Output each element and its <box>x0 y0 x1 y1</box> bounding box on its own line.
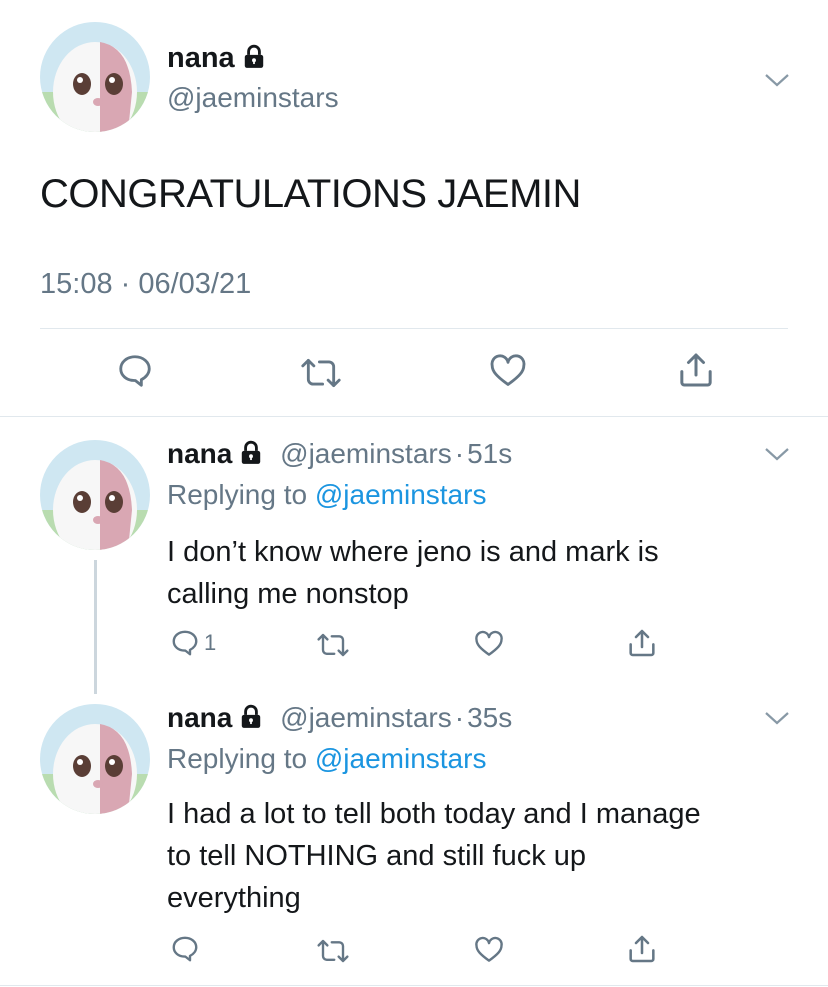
reply-button[interactable]: 1 <box>170 628 216 658</box>
avatar[interactable] <box>40 22 150 132</box>
reply-text-line: to tell NOTHING and still fuck up <box>167 840 587 872</box>
retweet-icon <box>317 939 349 963</box>
reply-text-line: everything <box>167 882 301 914</box>
reply-icon <box>172 936 198 962</box>
separator: · <box>454 702 465 733</box>
share-button[interactable] <box>626 933 658 965</box>
heart-icon <box>490 354 526 386</box>
handle[interactable]: @jaeminstars <box>280 438 452 469</box>
handle[interactable]: @jaeminstars <box>167 82 339 114</box>
reply-icon <box>119 355 151 387</box>
separator: · <box>454 438 465 469</box>
reply-button[interactable] <box>170 934 204 964</box>
display-name[interactable]: nana <box>167 438 232 469</box>
handle[interactable]: @jaeminstars <box>280 702 452 733</box>
relative-time[interactable]: 35s <box>467 702 512 733</box>
retweet-button[interactable] <box>300 354 342 392</box>
thread-line <box>94 560 97 694</box>
retweet-button[interactable] <box>316 630 350 660</box>
reply-text: I had a lot to tell both today and I man… <box>167 793 701 919</box>
avatar[interactable] <box>40 440 150 550</box>
reply-header[interactable]: nana @jaeminstars · 35s <box>167 702 512 734</box>
retweet-icon <box>301 358 341 388</box>
like-button[interactable] <box>488 352 528 390</box>
relative-time[interactable]: 51s <box>467 438 512 469</box>
chevron-down-icon[interactable] <box>764 446 790 462</box>
like-button[interactable] <box>473 935 505 965</box>
reply-count: 1 <box>204 630 217 655</box>
replying-to: Replying to @jaeminstars <box>167 479 486 511</box>
share-icon <box>629 935 655 963</box>
avatar[interactable] <box>40 704 150 814</box>
display-name[interactable]: nana <box>167 42 235 74</box>
bottom-divider <box>0 985 828 986</box>
share-button[interactable] <box>676 350 716 390</box>
share-icon <box>629 629 655 657</box>
like-button[interactable] <box>473 629 505 659</box>
display-name[interactable]: nana <box>167 702 232 733</box>
reply-text-line: calling me nonstop <box>167 578 409 610</box>
replying-to-handle[interactable]: @jaeminstars <box>315 743 487 774</box>
reply-text-line: I don’t know where jeno is and mark is <box>167 536 659 568</box>
retweet-icon <box>317 633 349 657</box>
reply-text-line: I had a lot to tell both today and I man… <box>167 798 701 830</box>
tweet-text: CONGRATULATIONS JAEMIN <box>40 172 581 216</box>
tweet-timestamp[interactable]: 15:08 · 06/03/21 <box>40 268 251 301</box>
retweet-button[interactable] <box>316 936 350 966</box>
reply-text: I don’t know where jeno is and mark is c… <box>167 531 659 615</box>
lock-icon <box>242 440 261 464</box>
share-button[interactable] <box>626 627 658 659</box>
heart-icon <box>475 936 503 962</box>
divider <box>40 328 788 329</box>
reply-header[interactable]: nana @jaeminstars · 51s <box>167 438 512 470</box>
section-divider <box>0 416 828 417</box>
replying-to-label: Replying to <box>167 743 308 774</box>
heart-icon <box>475 630 503 656</box>
replying-to: Replying to @jaeminstars <box>167 743 486 775</box>
replying-to-label: Replying to <box>167 479 308 510</box>
chevron-down-icon[interactable] <box>764 710 790 726</box>
reply-button[interactable] <box>116 352 154 390</box>
reply-icon <box>172 630 198 656</box>
chevron-down-icon[interactable] <box>764 72 790 88</box>
replying-to-handle[interactable]: @jaeminstars <box>315 479 487 510</box>
lock-icon <box>242 704 261 728</box>
share-icon <box>680 353 712 387</box>
author-name-row[interactable]: nana <box>167 42 267 75</box>
lock-icon <box>244 44 263 68</box>
